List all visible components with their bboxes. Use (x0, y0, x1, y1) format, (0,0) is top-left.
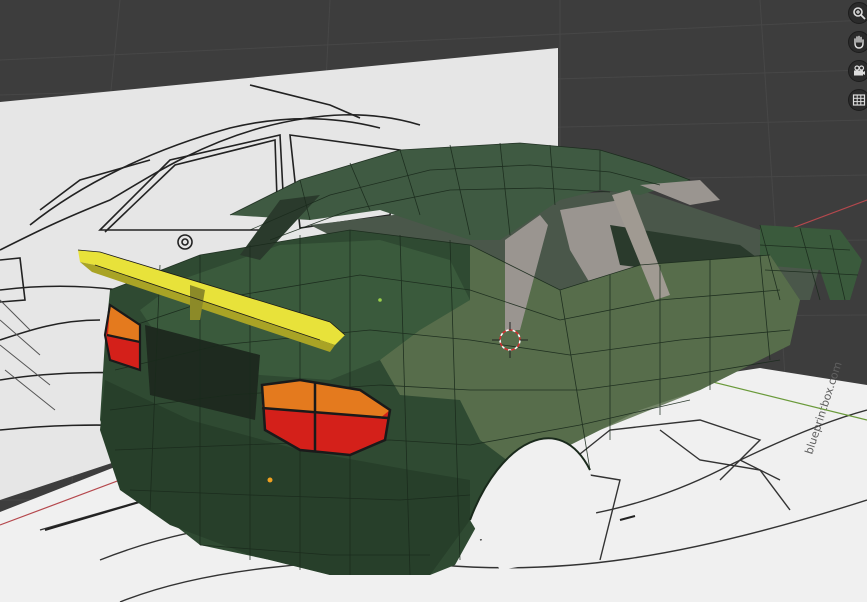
pan-button[interactable] (848, 31, 867, 53)
zoom-button[interactable] (848, 2, 867, 24)
3d-viewport[interactable]: blueprintbox.com (0, 0, 867, 602)
grid-icon (852, 94, 866, 106)
ortho-toggle-button[interactable] (848, 89, 867, 111)
hand-icon (854, 35, 864, 49)
viewport-scene[interactable]: blueprintbox.com (0, 0, 867, 602)
camera-button[interactable] (848, 60, 867, 82)
rear-reflector (267, 477, 273, 483)
object-origin (378, 298, 382, 302)
zoom-icon (853, 7, 866, 20)
camera-icon (854, 65, 865, 76)
